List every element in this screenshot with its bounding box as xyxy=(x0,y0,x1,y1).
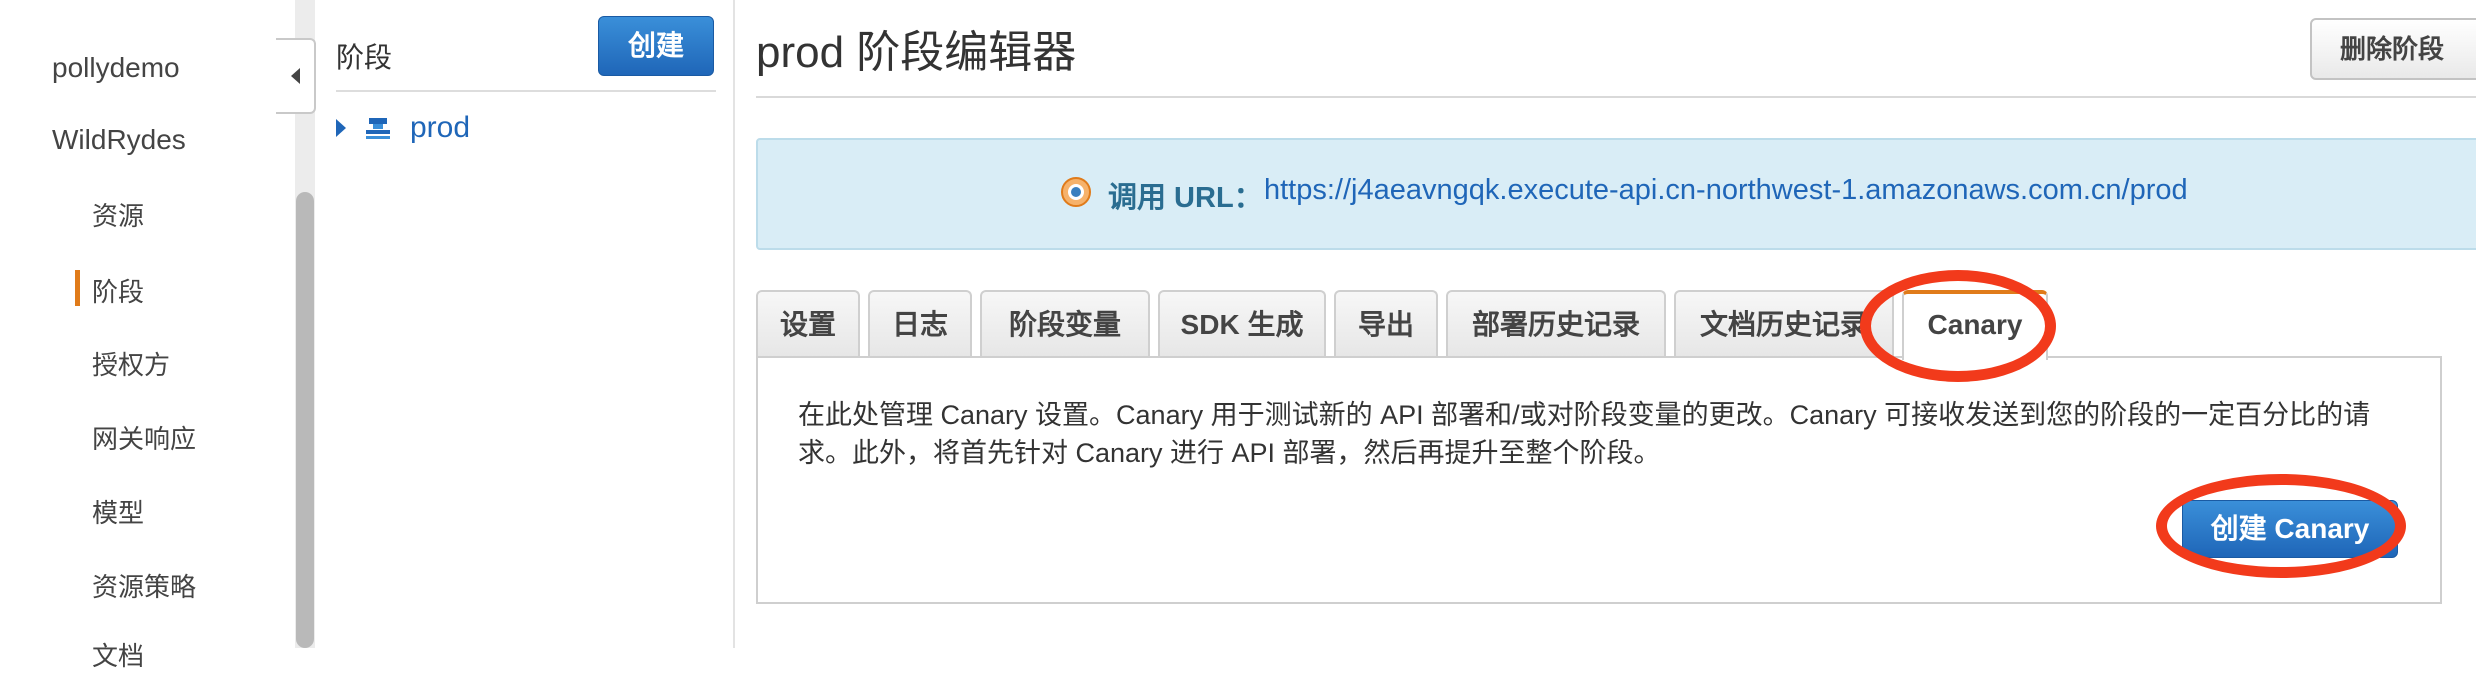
nav-api-pollydemo[interactable]: pollydemo xyxy=(52,52,180,84)
tab-export[interactable]: 导出 xyxy=(1334,290,1438,358)
tab-deployment-history[interactable]: 部署历史记录 xyxy=(1446,290,1666,358)
nav-item-models[interactable]: 模型 xyxy=(92,493,144,530)
nav-scrollbar-thumb[interactable] xyxy=(296,192,314,648)
nav-item-documentation[interactable]: 文档 xyxy=(92,636,144,673)
left-navigation: pollydemo WildRydes 资源 阶段 授权方 网关响应 模型 资源… xyxy=(0,0,295,671)
collapse-nav-button[interactable] xyxy=(276,38,316,114)
tab-logs[interactable]: 日志 xyxy=(868,290,972,358)
stage-list-panel: 阶段 创建 prod xyxy=(316,0,735,648)
invoke-url-label: 调用 URL： xyxy=(1108,182,1263,214)
canary-description: 在此处管理 Canary 设置。Canary 用于测试新的 API 部署和/或对… xyxy=(798,400,2371,468)
nav-item-stages[interactable]: 阶段 xyxy=(92,272,144,309)
create-stage-button[interactable]: 创建 xyxy=(598,16,714,76)
divider xyxy=(336,90,716,92)
nav-item-resource-policy[interactable]: 资源策略 xyxy=(92,567,196,604)
stage-tree-item-prod[interactable]: prod xyxy=(336,108,470,148)
tab-documentation-history[interactable]: 文档历史记录 xyxy=(1674,290,1894,358)
tab-settings[interactable]: 设置 xyxy=(756,290,860,358)
canary-tab-panel: 在此处管理 Canary 设置。Canary 用于测试新的 API 部署和/或对… xyxy=(756,356,2442,604)
create-canary-button[interactable]: 创建 Canary xyxy=(2182,500,2398,558)
nav-active-indicator xyxy=(75,270,80,306)
tab-stage-variables[interactable]: 阶段变量 xyxy=(980,290,1150,358)
tab-sdk-generation[interactable]: SDK 生成 xyxy=(1158,290,1326,358)
stage-name[interactable]: prod xyxy=(410,111,470,145)
stage-panel-title: 阶段 xyxy=(336,42,393,73)
divider xyxy=(756,96,2476,98)
stage-icon xyxy=(366,118,390,139)
nav-item-resources[interactable]: 资源 xyxy=(92,196,144,233)
delete-stage-button[interactable]: 删除阶段 xyxy=(2310,18,2476,80)
tab-canary[interactable]: Canary xyxy=(1902,290,2048,360)
page-title: prod 阶段编辑器 xyxy=(756,28,1077,77)
nav-item-gateway-responses[interactable]: 网关响应 xyxy=(92,419,196,456)
chevron-left-icon xyxy=(290,68,300,84)
expand-triangle-icon[interactable] xyxy=(336,119,346,137)
nav-item-authorizers[interactable]: 授权方 xyxy=(92,345,170,382)
invoke-url-link[interactable]: https://j4aeavngqk.execute-api.cn-northw… xyxy=(1264,174,2188,207)
nav-api-wildrydes[interactable]: WildRydes xyxy=(52,124,186,156)
invoke-url-banner: 调用 URL： https://j4aeavngqk.execute-api.c… xyxy=(756,138,2476,250)
radio-target-icon xyxy=(1061,177,1091,207)
